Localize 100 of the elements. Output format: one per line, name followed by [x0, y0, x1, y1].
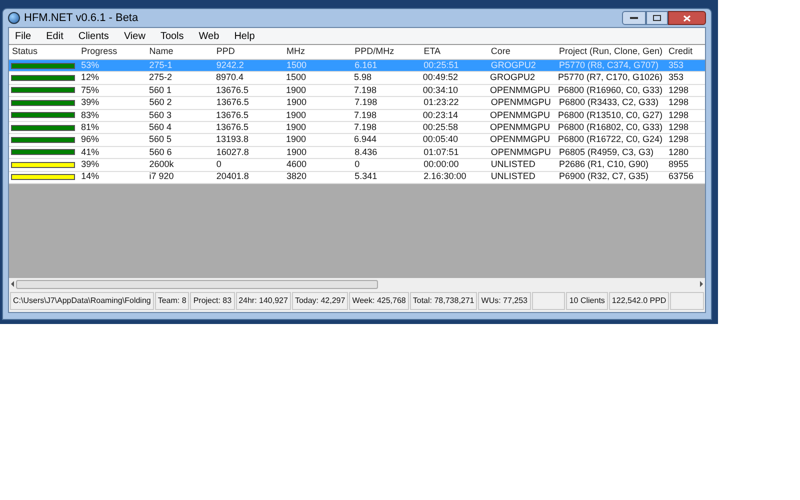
table-cell: 5.341 [354, 171, 378, 182]
column-header[interactable]: Progress [78, 45, 146, 59]
table-cell: 6.161 [354, 60, 378, 70]
status-panel: Week: 425,768 [349, 292, 409, 310]
table-cell: 00:34:10 [422, 84, 458, 95]
table-row[interactable]: 96% 560 5 13193.8 1900 6.944 00:05:40 OPENMMGPU P6800 (R16722, C0, G24) 1298 [9, 134, 705, 147]
table-cell: 00:05:40 [422, 134, 458, 144]
table-cell: 560 2 [149, 97, 172, 108]
table-row[interactable]: 14% i7 920 20401.8 3820 5.341 2.16:30:00 UNLISTED P6900 (R32, C7, G35) 63756 [9, 172, 705, 184]
table-cell: 53% [81, 60, 100, 70]
horizontal-scrollbar[interactable] [9, 278, 705, 290]
table-cell: 1298 [668, 97, 689, 108]
table-cell: 1900 [286, 84, 306, 95]
table-cell: OPENMMGPU [490, 134, 550, 144]
column-header[interactable]: ETA [420, 45, 488, 59]
table-cell: 1298 [668, 84, 689, 95]
table-cell: 275-2 [148, 72, 172, 82]
table-cell: 39% [81, 159, 100, 170]
table-cell: 96% [80, 134, 99, 144]
table-cell: GROGPU2 [490, 72, 535, 82]
column-header[interactable]: Project (Run, Clone, Gen) [556, 45, 666, 59]
menu-item[interactable]: Web [198, 28, 220, 44]
table-cell: 560 5 [148, 134, 172, 144]
table-cell: P2686 (R1, C10, G90) [558, 159, 648, 170]
menu-item[interactable]: Edit [46, 28, 64, 44]
table-row[interactable]: 83% 560 3 13676.5 1900 7.198 00:23:14 OPENMMGPU P6800 (R13510, C0, G27) 1298 [9, 110, 705, 122]
table-cell: P6900 (R32, C7, G35) [558, 171, 648, 182]
menu-item[interactable]: Clients [78, 28, 109, 44]
menu-item[interactable]: File [15, 28, 32, 44]
status-panel [532, 292, 566, 310]
table-cell: 7.198 [354, 110, 376, 120]
status-panel: 24hr: 140,927 [236, 292, 291, 310]
table-row[interactable]: 75% 560 1 13676.5 1900 7.198 00:34:10 OPENMMGPU P6800 (R16960, C0, G33) 1298 [9, 84, 705, 98]
table-cell: 353 [668, 60, 684, 70]
table-cell: P6800 (R3433, C2, G33) [558, 97, 658, 108]
table-cell: 1900 [286, 134, 306, 144]
window-title: HFM.NET v0.6.1 - Beta [24, 10, 138, 26]
menu-item[interactable]: Tools [160, 28, 184, 44]
table-cell: 83% [80, 110, 99, 120]
column-header[interactable]: PPD/MHz [352, 45, 421, 59]
table-cell: 560 4 [148, 122, 172, 132]
table-cell: 13676.5 [216, 97, 249, 108]
table-row[interactable]: 12% 275-2 8970.4 1500 5.98 00:49:52 GROGPU2 P5770 (R7, C170, G1026) 353 [9, 72, 705, 85]
column-header[interactable]: PPD [213, 45, 284, 59]
column-header[interactable]: MHz [283, 45, 352, 59]
table-row[interactable]: 39% 2600k 0 4600 0 00:00:00 UNLISTED P2686 (R1, C10, G90) 8955 [9, 159, 705, 172]
table-cell: 16027.8 [216, 146, 249, 157]
table-row[interactable]: 81% 560 4 13676.5 1900 7.198 00:25:58 OPENMMGPU P6800 (R16802, C0, G33) 1298 [9, 122, 705, 134]
table-row[interactable]: 39% 560 2 13676.5 1900 7.198 01:23:22 OPENMMGPU P6800 (R3433, C2, G33) 1298 [9, 97, 705, 110]
table-cell: GROGPU2 [490, 60, 536, 70]
status-panel [670, 292, 704, 310]
minimize-button[interactable] [622, 11, 646, 25]
table-cell: 12% [80, 72, 99, 82]
table-cell: 560 3 [148, 110, 172, 120]
table-cell: 275-1 [149, 60, 172, 70]
table-cell: 4600 [286, 159, 306, 170]
status-panel: WUs: 77,253 [478, 292, 531, 310]
table-cell: 7.198 [354, 122, 376, 132]
table-cell: 2600k [149, 159, 174, 170]
table-cell: P6800 (R16960, C0, G33) [558, 84, 663, 95]
table-cell: i7 920 [149, 171, 174, 182]
table-cell: 0 [216, 159, 222, 170]
table-cell: OPENMMGPU [490, 110, 550, 120]
table-row[interactable]: 41% 560 6 16027.8 1900 8.436 01:07:51 OPENMMGPU P6805 (R4959, C3, G3) 1280 [9, 146, 705, 160]
table-cell: 2.16:30:00 [424, 171, 466, 182]
table-cell: 560 1 [148, 84, 172, 95]
table-cell: UNLISTED [490, 159, 536, 170]
maximize-button[interactable] [646, 11, 668, 25]
table-cell: OPENMMGPU [490, 146, 551, 157]
column-header[interactable]: Status [9, 45, 78, 59]
status-panel: 10 Clients [566, 292, 608, 310]
table-cell: 01:07:51 [424, 146, 459, 157]
status-panel: Today: 42,297 [292, 292, 348, 310]
table-cell: 41% [81, 146, 100, 157]
table-cell: P5770 (R7, C170, G1026) [558, 72, 663, 82]
status-panel: C:\Users\J7\AppData\Roaming\Folding [10, 292, 154, 310]
table-cell: 1900 [286, 97, 306, 108]
table-cell: 20401.8 [216, 171, 249, 182]
table-cell: 1298 [668, 110, 689, 120]
scroll-right-icon[interactable] [700, 281, 703, 287]
table-cell: P6800 (R16722, C0, G24) [558, 134, 663, 144]
table-cell: 8.436 [354, 146, 378, 157]
column-header[interactable]: Core [488, 45, 556, 59]
table-cell: 13676.5 [216, 110, 249, 120]
table-cell: 01:23:22 [424, 97, 459, 108]
scrollbar-thumb[interactable] [16, 280, 378, 288]
table-cell: 13676.5 [216, 84, 249, 95]
table-cell: 1900 [286, 110, 306, 120]
status-panel: Project: 83 [190, 292, 235, 310]
close-button[interactable] [668, 11, 706, 25]
menu-item[interactable]: Help [234, 28, 255, 44]
table-cell: P5770 (R8, C374, G707) [558, 60, 658, 70]
table-cell: UNLISTED [490, 171, 536, 182]
table-cell: OPENMMGPU [490, 122, 550, 132]
menu-item[interactable]: View [124, 28, 146, 44]
table-cell: 39% [81, 97, 100, 108]
table-cell: 13676.5 [216, 122, 249, 132]
table-cell: 560 6 [149, 146, 172, 157]
column-header[interactable]: Name [146, 45, 214, 59]
column-header[interactable]: Credit [666, 45, 706, 59]
